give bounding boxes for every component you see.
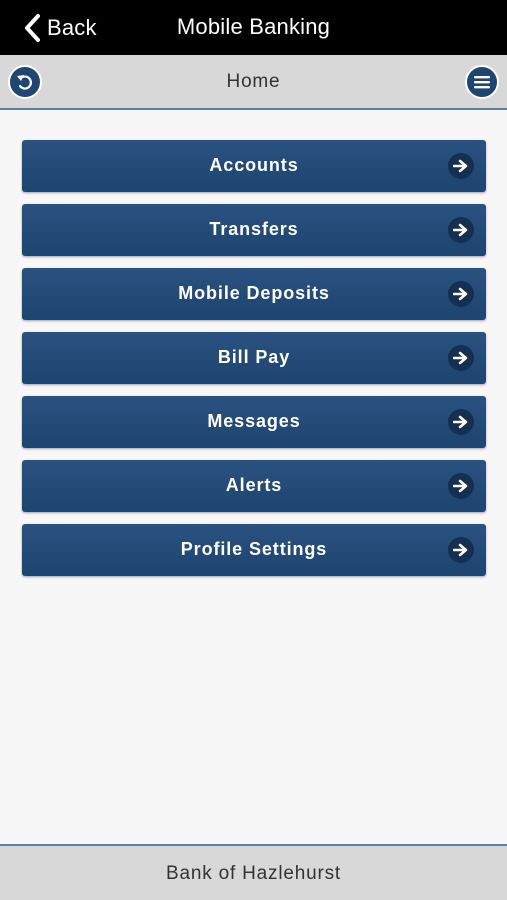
app-title: Mobile Banking bbox=[176, 14, 331, 39]
main-menu: Accounts Transfers Mobile Deposits Bill … bbox=[22, 140, 486, 588]
menu-item-mobile-deposits[interactable]: Mobile Deposits bbox=[22, 268, 486, 320]
mobile-banking-app: Back Mobile Banking Home Accounts Transf… bbox=[0, 0, 507, 900]
page-title: Home bbox=[226, 71, 281, 92]
menu-item-bill-pay[interactable]: Bill Pay bbox=[22, 332, 486, 384]
page-header: Home bbox=[0, 55, 507, 110]
arrow-right-icon bbox=[448, 153, 474, 179]
top-navigation-bar: Back Mobile Banking bbox=[0, 0, 507, 55]
menu-button[interactable] bbox=[465, 65, 499, 99]
arrow-right-icon bbox=[448, 473, 474, 499]
bank-name: Bank of Hazlehurst bbox=[166, 863, 341, 884]
menu-item-label: Messages bbox=[207, 411, 301, 431]
menu-item-transfers[interactable]: Transfers bbox=[22, 204, 486, 256]
menu-item-alerts[interactable]: Alerts bbox=[22, 460, 486, 512]
menu-item-label: Bill Pay bbox=[217, 347, 291, 367]
menu-item-label: Mobile Deposits bbox=[178, 283, 330, 303]
menu-item-label: Alerts bbox=[225, 475, 283, 495]
footer: Bank of Hazlehurst bbox=[0, 844, 507, 900]
arrow-right-icon bbox=[448, 217, 474, 243]
menu-item-messages[interactable]: Messages bbox=[22, 396, 486, 448]
arrow-right-icon bbox=[448, 409, 474, 435]
arrow-right-icon bbox=[448, 537, 474, 563]
menu-item-label: Transfers bbox=[209, 219, 299, 239]
menu-item-accounts[interactable]: Accounts bbox=[22, 140, 486, 192]
menu-item-profile-settings[interactable]: Profile Settings bbox=[22, 524, 486, 576]
menu-item-label: Profile Settings bbox=[180, 539, 328, 559]
arrow-right-icon bbox=[448, 281, 474, 307]
arrow-right-icon bbox=[448, 345, 474, 371]
menu-item-label: Accounts bbox=[209, 155, 299, 175]
menu-icon bbox=[474, 76, 490, 89]
